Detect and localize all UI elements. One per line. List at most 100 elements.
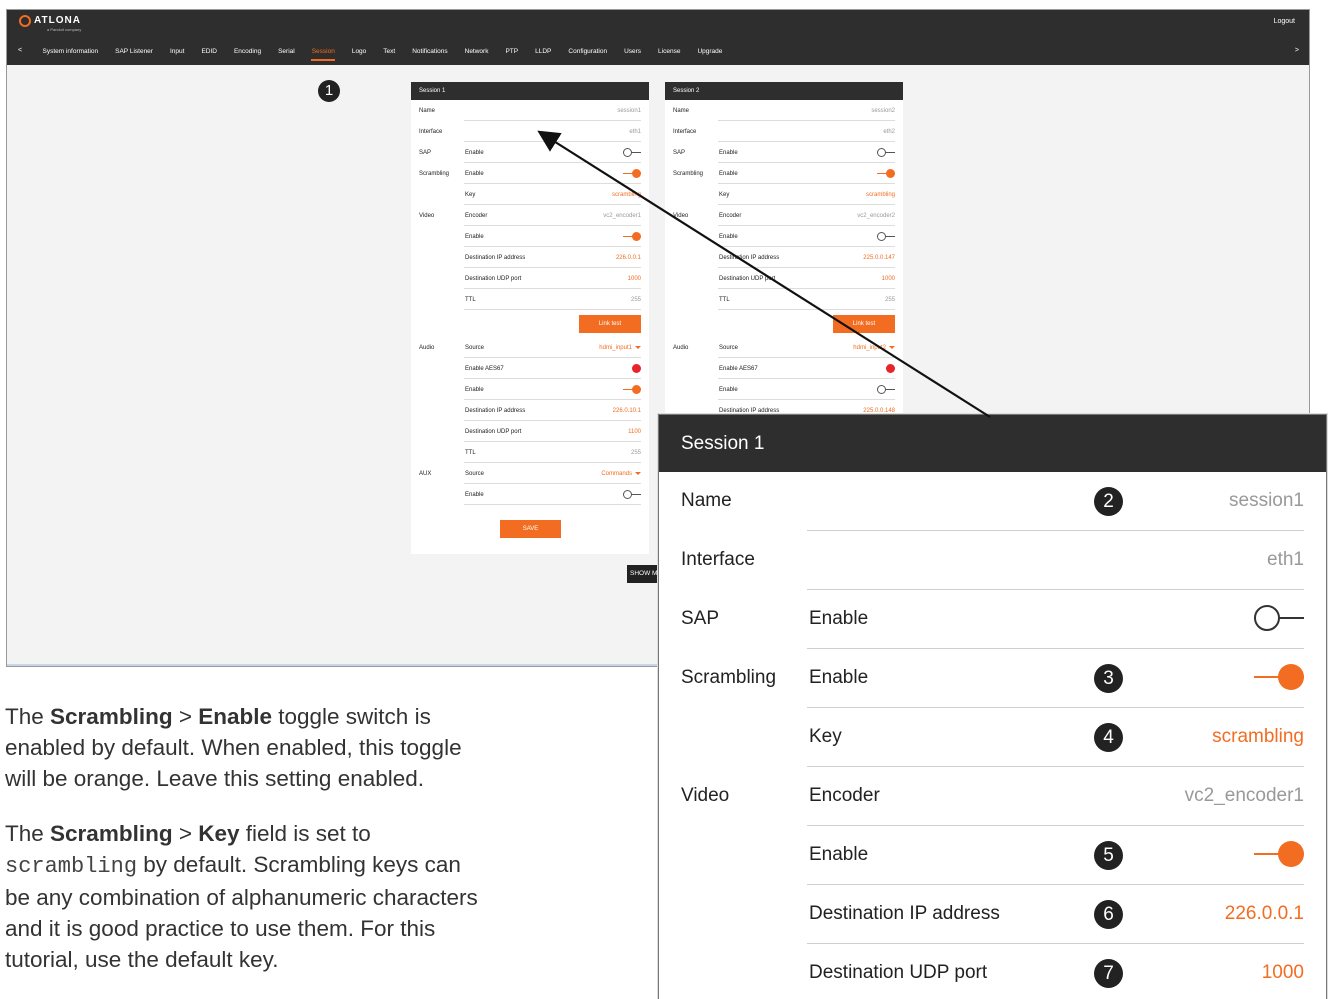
callout-5: 5 xyxy=(1094,841,1123,870)
callout-2: 2 xyxy=(1094,487,1123,516)
text-line: enabled by default. When enabled, this t… xyxy=(5,735,462,760)
nav-scroll-left-icon[interactable]: < xyxy=(18,47,22,54)
audio-ttl-field[interactable]: 255 xyxy=(631,450,641,456)
dst-ip-label: Destination IP address xyxy=(465,255,526,261)
zoom-encoder-value: vc2_encoder1 xyxy=(1184,785,1304,806)
video-enable-toggle[interactable] xyxy=(877,232,895,241)
dst-ip-field[interactable]: 226.0.0.1 xyxy=(616,255,641,261)
name-row: Name session1 xyxy=(411,100,649,121)
nav-tab-network[interactable]: Network xyxy=(456,46,497,61)
logout-link[interactable]: Logout xyxy=(1274,18,1295,25)
video-enable-label: Enable xyxy=(719,234,738,240)
nav-tab-encoding[interactable]: Encoding xyxy=(225,46,269,61)
sap-label: SAP xyxy=(419,150,432,156)
audio-enable-toggle[interactable] xyxy=(877,385,895,394)
dst-ip-label: Destination IP address xyxy=(719,255,780,261)
audio-source-select[interactable]: hdmi_input1 xyxy=(599,345,641,351)
audio-dst-udp-field[interactable]: 1100 xyxy=(628,429,641,435)
dst-udp-field[interactable]: 1000 xyxy=(628,276,641,282)
audio-source-row: Audio Source hdmi_input2 xyxy=(665,337,903,358)
zoom-interface-label: Interface xyxy=(681,549,755,570)
audio-enable-toggle[interactable] xyxy=(623,385,641,394)
dst-ip-row: Destination IP address 225.0.0.147 xyxy=(665,247,903,268)
nav-tab-notifications[interactable]: Notifications xyxy=(404,46,456,61)
audio-dst-ip-field[interactable]: 226.0.10.1 xyxy=(613,408,641,414)
ttl-field[interactable]: 255 xyxy=(885,297,895,303)
dst-ip-field[interactable]: 225.0.0.147 xyxy=(863,255,895,261)
session-1-panel: Session 1 Name session1 Interface eth1 S… xyxy=(411,82,649,554)
video-enable-toggle[interactable] xyxy=(623,232,641,241)
zoom-name-label: Name xyxy=(681,490,732,511)
zoom-scrambling-enable-toggle[interactable] xyxy=(1254,664,1304,690)
sap-label: SAP xyxy=(673,150,686,156)
zoom-key-row: Key 4 scrambling xyxy=(659,708,1326,767)
ttl-field[interactable]: 255 xyxy=(631,297,641,303)
name-field[interactable]: session1 xyxy=(617,108,641,114)
link-test-button[interactable]: Link test xyxy=(833,315,895,333)
sap-enable-toggle[interactable] xyxy=(623,148,641,157)
zoom-name-field[interactable]: session1 xyxy=(1229,490,1304,512)
nav-tab-configuration[interactable]: Configuration xyxy=(560,46,616,61)
dst-udp-label: Destination UDP port xyxy=(719,276,776,282)
zoom-key-field[interactable]: scrambling xyxy=(1212,726,1304,748)
name-label: Name xyxy=(419,108,436,114)
aes67-status-dot[interactable] xyxy=(632,364,641,373)
text-line: and it is good practice to use them. For… xyxy=(5,916,436,941)
nav-tab-serial[interactable]: Serial xyxy=(270,46,304,61)
text-line: scrambling by default. Scrambling keys c… xyxy=(5,852,461,879)
dst-udp-field[interactable]: 1000 xyxy=(882,276,895,282)
scrambling-row: Scrambling Enable xyxy=(411,163,649,184)
scrambling-enable-toggle[interactable] xyxy=(623,169,641,178)
encoder-value: vc2_encoder2 xyxy=(857,213,895,219)
zoom-sap-enable-toggle[interactable] xyxy=(1254,605,1304,631)
zoom-video-enable-toggle[interactable] xyxy=(1254,841,1304,867)
dst-udp-label: Destination UDP port xyxy=(465,276,522,282)
sap-enable-toggle[interactable] xyxy=(877,148,895,157)
nav-tab-session[interactable]: Session xyxy=(303,46,343,61)
zoom-name-row: Name 2 session1 xyxy=(659,472,1326,531)
aux-source-select[interactable]: Commands xyxy=(601,471,641,477)
sap-row: SAP Enable xyxy=(665,142,903,163)
key-field[interactable]: scrambling xyxy=(866,192,895,198)
link-test-button[interactable]: Link test xyxy=(579,315,641,333)
audio-source-select[interactable]: hdmi_input2 xyxy=(853,345,895,351)
interface-value: eth2 xyxy=(883,129,895,135)
aes67-label: Enable AES67 xyxy=(465,366,504,372)
zoom-dst-udp-field[interactable]: 1000 xyxy=(1262,962,1304,984)
aux-enable-toggle[interactable] xyxy=(623,490,641,499)
audio-dst-udp-row: Destination UDP port 1100 xyxy=(411,421,649,442)
chevron-down-icon xyxy=(635,471,641,475)
interface-label: Interface xyxy=(673,129,697,135)
chevron-down-icon xyxy=(635,345,641,349)
zoom-encoder-row: Video Encoder vc2_encoder1 xyxy=(659,767,1326,826)
nav-tab-sap-listener[interactable]: SAP Listener xyxy=(107,46,162,61)
video-label: Video xyxy=(673,213,689,219)
chevron-down-icon xyxy=(889,345,895,349)
nav-tab-system-information[interactable]: System information xyxy=(34,46,107,61)
key-row: Key scrambling xyxy=(665,184,903,205)
nav-tabs: System information SAP Listener Input EDID E… xyxy=(34,46,731,61)
field-underline xyxy=(464,309,641,310)
nav-tab-upgrade[interactable]: Upgrade xyxy=(689,46,731,61)
aux-label: AUX xyxy=(419,471,432,477)
scrambling-enable-toggle[interactable] xyxy=(877,169,895,178)
nav-scroll-right-icon[interactable]: > xyxy=(1295,47,1299,54)
nav-tab-license[interactable]: License xyxy=(650,46,689,61)
nav-tab-edid[interactable]: EDID xyxy=(193,46,226,61)
aux-source-label: Source xyxy=(465,471,485,477)
aes67-status-dot[interactable] xyxy=(886,364,895,373)
nav-tab-lldp[interactable]: LLDP xyxy=(527,46,560,61)
key-field[interactable]: scrambling xyxy=(612,192,641,198)
zoom-sap-label: SAP xyxy=(681,608,720,629)
nav-tab-logo[interactable]: Logo xyxy=(343,46,374,61)
nav-tab-users[interactable]: Users xyxy=(616,46,650,61)
save-button[interactable]: SAVE xyxy=(500,520,561,538)
nav-tab-text[interactable]: Text xyxy=(375,46,404,61)
session-2-title: Session 2 xyxy=(665,82,903,100)
nav-tab-input[interactable]: Input xyxy=(161,46,192,61)
zoom-dst-ip-field[interactable]: 226.0.0.1 xyxy=(1225,903,1304,925)
name-field[interactable]: session2 xyxy=(871,108,895,114)
video-label: Video xyxy=(419,213,435,219)
top-bar: ATLONA a Panduit company Logout < System… xyxy=(7,10,1309,65)
nav-tab-ptp[interactable]: PTP xyxy=(497,46,527,61)
